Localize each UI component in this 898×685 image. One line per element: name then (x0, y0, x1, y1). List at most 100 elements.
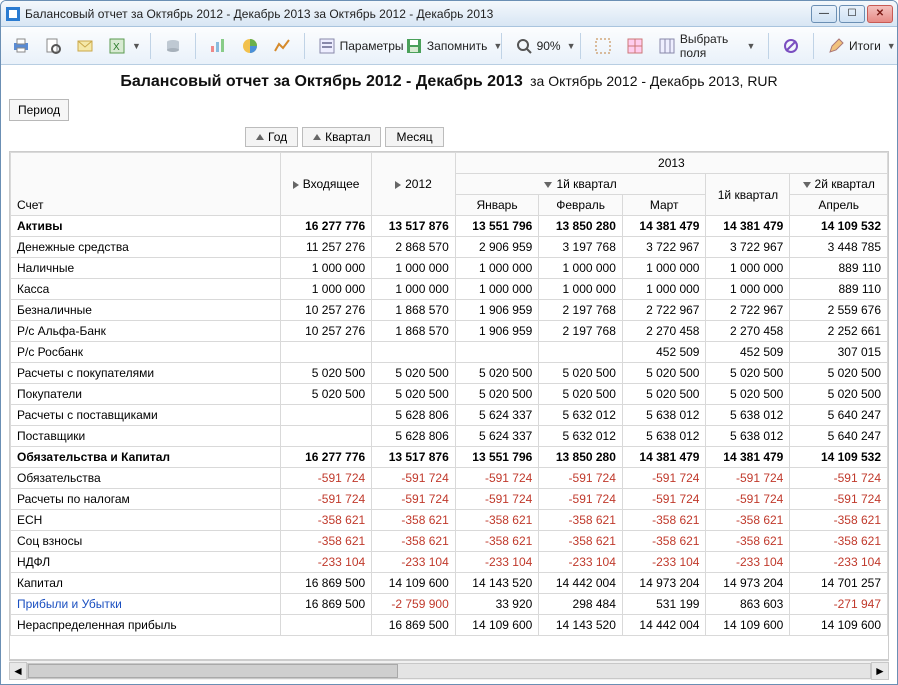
col-2013[interactable]: 2013 (455, 153, 887, 174)
print-button[interactable] (7, 32, 35, 60)
empty-filter-button[interactable] (777, 32, 805, 60)
cell: 1 000 000 (706, 279, 790, 300)
dropdown-icon: ▼ (132, 41, 141, 51)
zoom-button[interactable]: 90%▼ (510, 32, 572, 60)
parameters-button[interactable]: Параметры (313, 32, 396, 60)
col-2012[interactable]: 2012 (372, 153, 456, 216)
select-fields-button[interactable]: Выбрать поля▼ (653, 32, 761, 60)
separator (580, 33, 581, 59)
scroll-track[interactable] (27, 663, 871, 679)
table-row[interactable]: Безналичные10 257 2761 868 5701 906 9592… (11, 300, 888, 321)
table-row[interactable]: Расчеты по налогам-591 724-591 724-591 7… (11, 489, 888, 510)
table-row[interactable]: ЕСН-358 621-358 621-358 621-358 621-358 … (11, 510, 888, 531)
cell: -358 621 (280, 510, 371, 531)
scroll-left-button[interactable]: ◄ (9, 662, 27, 680)
table-row[interactable]: Р/с Росбанк452 509452 509307 015 (11, 342, 888, 363)
table-row[interactable]: Обязательства и Капитал16 277 77613 517 … (11, 447, 888, 468)
grid-button[interactable] (621, 32, 649, 60)
dim-month-button[interactable]: Месяц (385, 127, 443, 147)
cell: 2 270 458 (622, 321, 706, 342)
refresh-button[interactable] (159, 32, 187, 60)
cell: -358 621 (455, 510, 539, 531)
cell: 13 850 280 (539, 447, 623, 468)
magnifier-icon (515, 36, 533, 56)
cell: 14 381 479 (622, 447, 706, 468)
cell: -358 621 (372, 510, 456, 531)
totals-label: Итоги (849, 39, 881, 53)
row-label: Расчеты с поставщиками (11, 405, 281, 426)
select-area-button[interactable] (589, 32, 617, 60)
bar-chart-button[interactable] (204, 32, 232, 60)
preview-button[interactable] (39, 32, 67, 60)
close-button[interactable]: ✕ (867, 5, 893, 23)
col-incoming[interactable]: Входящее (280, 153, 371, 216)
col-apr[interactable]: Апрель (790, 195, 888, 216)
period-button[interactable]: Период (9, 99, 69, 121)
remember-button[interactable]: Запомнить▼ (400, 32, 493, 60)
table-row[interactable]: Поставщики5 628 8065 624 3375 632 0125 6… (11, 426, 888, 447)
table-row[interactable]: Капитал16 869 50014 109 60014 143 52014 … (11, 573, 888, 594)
col-q1[interactable]: 1й квартал (455, 174, 706, 195)
cell (280, 426, 371, 447)
row-label: Расчеты с покупателями (11, 363, 281, 384)
row-label: Активы (11, 216, 281, 237)
cell: 5 628 806 (372, 426, 456, 447)
row-label: ЕСН (11, 510, 281, 531)
scroll-right-button[interactable]: ► (871, 662, 889, 680)
dim-quarter-button[interactable]: Квартал (302, 127, 381, 147)
cell: 14 973 204 (706, 573, 790, 594)
col-mar[interactable]: Март (622, 195, 706, 216)
cell (280, 342, 371, 363)
cell: -591 724 (372, 489, 456, 510)
excel-export-button[interactable]: X▼ (103, 32, 142, 60)
col-q1-total[interactable]: 1й квартал (706, 174, 790, 216)
table-row[interactable]: Наличные1 000 0001 000 0001 000 0001 000… (11, 258, 888, 279)
dim-year-button[interactable]: Год (245, 127, 298, 147)
cell: 33 920 (455, 594, 539, 615)
horizontal-scrollbar[interactable]: ◄ ► (9, 660, 889, 680)
table-row[interactable]: Обязательства-591 724-591 724-591 724-59… (11, 468, 888, 489)
cell: 14 442 004 (622, 615, 706, 636)
cell: 5 020 500 (280, 384, 371, 405)
cell: -591 724 (539, 489, 623, 510)
maximize-button[interactable]: ☐ (839, 5, 865, 23)
table-row[interactable]: Активы16 277 77613 517 87613 551 79613 8… (11, 216, 888, 237)
table-row[interactable]: Соц взносы-358 621-358 621-358 621-358 6… (11, 531, 888, 552)
table-row[interactable]: Прибыли и Убытки16 869 500-2 759 90033 9… (11, 594, 888, 615)
mail-button[interactable] (71, 32, 99, 60)
cell: 1 000 000 (539, 258, 623, 279)
table-row[interactable]: Касса1 000 0001 000 0001 000 0001 000 00… (11, 279, 888, 300)
col-jan[interactable]: Январь (455, 195, 539, 216)
cell: -591 724 (790, 468, 888, 489)
table-row[interactable]: Денежные средства11 257 2762 868 5702 90… (11, 237, 888, 258)
cell: -2 759 900 (372, 594, 456, 615)
line-chart-button[interactable] (268, 32, 296, 60)
col-feb[interactable]: Февраль (539, 195, 623, 216)
col-q2[interactable]: 2й квартал (790, 174, 888, 195)
cell: 13 551 796 (455, 447, 539, 468)
cell: -233 104 (790, 552, 888, 573)
table-row[interactable]: Р/с Альфа-Банк10 257 2761 868 5701 906 9… (11, 321, 888, 342)
report-title: Балансовый отчет за Октябрь 2012 - Декаб… (120, 73, 522, 90)
table-row[interactable]: Нераспределенная прибыль16 869 50014 109… (11, 615, 888, 636)
cell: 14 381 479 (622, 216, 706, 237)
table-row[interactable]: НДФЛ-233 104-233 104-233 104-233 104-233… (11, 552, 888, 573)
account-header[interactable]: Счет (11, 153, 281, 216)
table-row[interactable]: Покупатели5 020 5005 020 5005 020 5005 0… (11, 384, 888, 405)
cell: 14 381 479 (706, 447, 790, 468)
cell: 5 020 500 (455, 384, 539, 405)
cell: -591 724 (372, 468, 456, 489)
table-row[interactable]: Расчеты с поставщиками5 628 8065 624 337… (11, 405, 888, 426)
cell: 307 015 (790, 342, 888, 363)
cell: -591 724 (455, 468, 539, 489)
totals-button[interactable]: Итоги▼ (822, 32, 891, 60)
line-chart-icon (273, 36, 291, 56)
table-row[interactable]: Расчеты с покупателями5 020 5005 020 500… (11, 363, 888, 384)
cell: -591 724 (280, 468, 371, 489)
scroll-thumb[interactable] (28, 664, 398, 678)
pie-chart-button[interactable] (236, 32, 264, 60)
minimize-button[interactable]: — (811, 5, 837, 23)
dropdown-icon: ▼ (887, 41, 896, 51)
cell: 1 000 000 (372, 279, 456, 300)
expand-icon (256, 134, 264, 140)
